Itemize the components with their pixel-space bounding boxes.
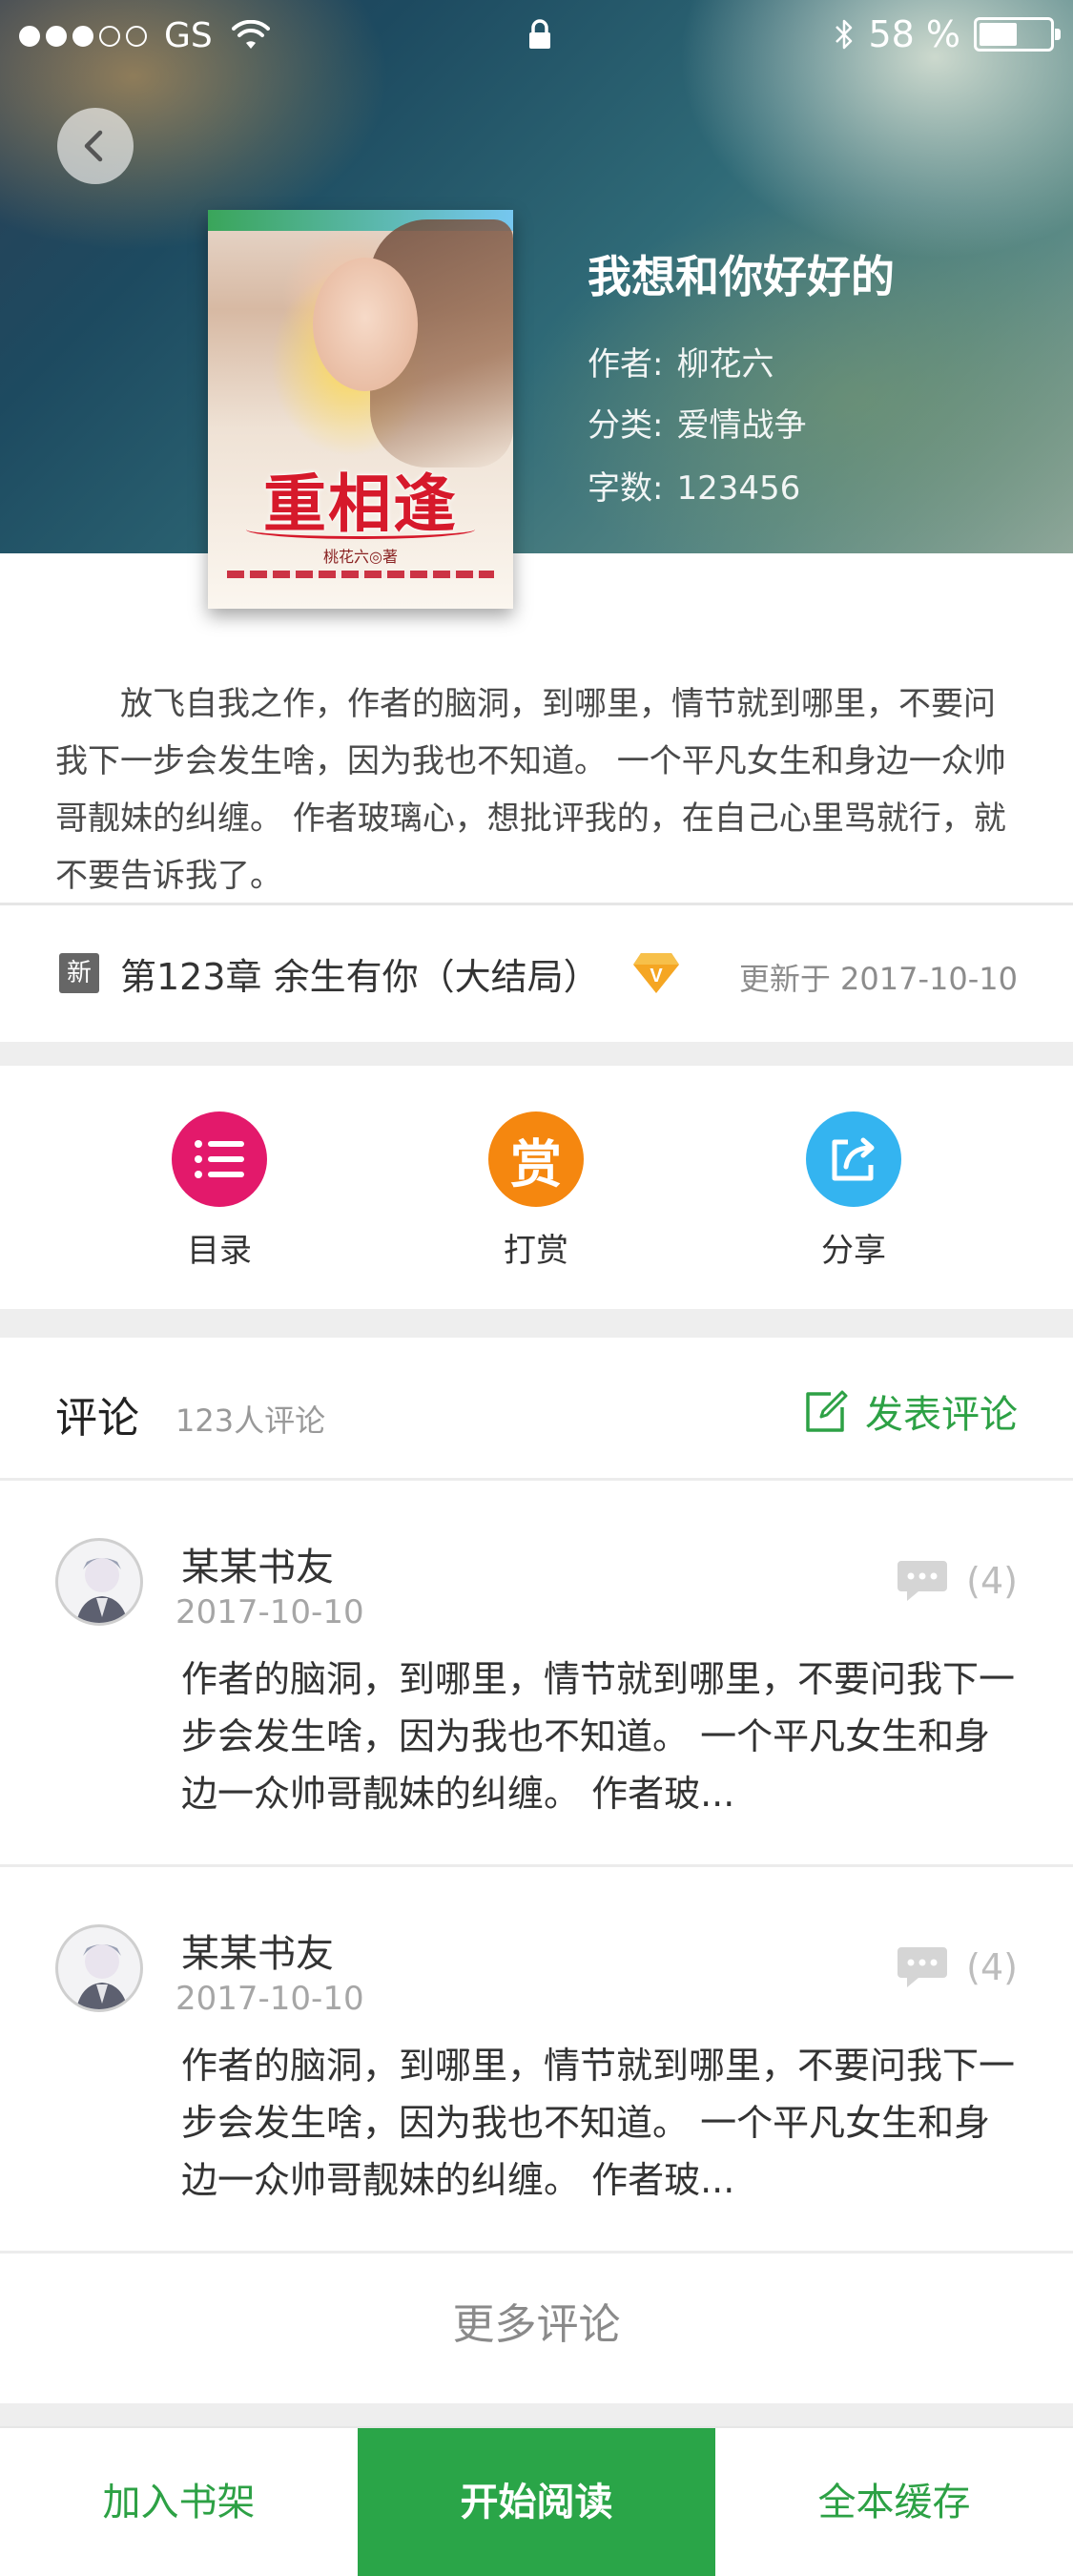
bottom-action-bar: 加入书架 开始阅读 全本缓存 — [0, 2426, 1073, 2576]
reward-icon: 赏 — [488, 1111, 584, 1207]
list-icon — [195, 1140, 244, 1178]
status-right: 58 % — [834, 13, 1061, 55]
vip-badge-text: V — [650, 966, 663, 987]
share-label: 分享 — [821, 1232, 886, 1270]
add-to-shelf-button[interactable]: 加入书架 — [0, 2428, 358, 2576]
book-cover: 重相逢 桃花六◎著 — [208, 210, 513, 609]
author-label: 作者: — [588, 345, 664, 384]
user-avatar-icon — [76, 1944, 128, 2009]
battery-nub — [1055, 29, 1061, 40]
book-title: 我想和你好好的 — [588, 251, 895, 302]
comments-count: 123人评论 — [175, 1402, 326, 1439]
avatar[interactable] — [55, 1924, 143, 2012]
reward-button[interactable]: 赏 打赏 — [441, 1111, 631, 1271]
comments-section: 评论 123人评论 发表评论 某某书友 2017-10-10 (4) 作者的脑洞… — [0, 1338, 1073, 2403]
reply-button[interactable]: (4) — [896, 1943, 1018, 1991]
bluetooth-icon — [836, 19, 853, 50]
catalog-label: 目录 — [187, 1232, 252, 1270]
wordcount-label: 字数: — [588, 469, 664, 508]
reply-count: (4) — [966, 1946, 1018, 1988]
catalog-icon-circle — [172, 1111, 267, 1207]
book-category-row: 分类: 爱情战争 — [588, 399, 806, 446]
catalog-button[interactable]: 目录 — [124, 1111, 315, 1271]
edit-icon — [806, 1390, 848, 1432]
start-reading-button[interactable]: 开始阅读 — [358, 2428, 715, 2576]
cover-ornament — [246, 520, 475, 539]
comments-header: 评论 123人评论 发表评论 — [0, 1338, 1073, 1481]
back-button[interactable] — [57, 108, 134, 184]
reply-count: (4) — [966, 1560, 1018, 1602]
more-comments-button[interactable]: 更多评论 — [0, 2254, 1073, 2397]
battery-icon — [974, 17, 1061, 52]
cover-art-face — [313, 258, 418, 391]
vip-diamond-icon: V — [633, 953, 679, 993]
battery-fill — [980, 23, 1018, 46]
latest-chapter-row[interactable]: 新 第123章 余生有你（大结局） V 更新于 2017-10-10 — [0, 905, 1073, 1042]
comments-title: 评论 — [55, 1394, 139, 1443]
wordcount-value: 123456 — [676, 469, 801, 508]
battery-percent: 58 % — [868, 13, 960, 55]
comment-text: 作者的脑洞，到哪里，情节就到哪里，不要问我下一步会发生啥，因为我也不知道。 一个… — [181, 1658, 1016, 1815]
signal-strength: GS — [19, 17, 270, 55]
share-icon-circle — [806, 1111, 901, 1207]
post-comment-label: 发表评论 — [865, 1393, 1018, 1437]
status-bar: GS 58 % — [0, 0, 1073, 73]
book-intro: 放飞自我之作，作者的脑洞，到哪里，情节就到哪里，不要问我下一步会发生啥，因为我也… — [0, 553, 1073, 904]
chevron-left-icon — [84, 130, 103, 162]
book-wordcount-row: 字数: 123456 — [588, 462, 800, 509]
post-comment-button[interactable]: 发表评论 — [802, 1383, 1018, 1439]
comment-date: 2017-10-10 — [175, 1593, 364, 1631]
category-value: 爱情战争 — [676, 406, 807, 445]
new-badge: 新 — [59, 953, 99, 993]
lock-icon — [529, 19, 550, 49]
book-header: GS 58 % 我想和你好好的 作者: 柳花六 分类: 爱情战争 字数: 123… — [0, 0, 1073, 553]
share-icon — [832, 1137, 875, 1181]
user-avatar-icon — [76, 1558, 128, 1623]
signal-dot-icon — [46, 26, 67, 47]
reply-button[interactable]: (4) — [896, 1557, 1018, 1605]
intro-text: 放飞自我之作，作者的脑洞，到哪里，情节就到哪里，不要问我下一步会发生啥，因为我也… — [55, 685, 1006, 895]
cover-author: 桃花六◎著 — [323, 548, 398, 566]
chat-bubble-icon — [898, 1947, 948, 1987]
share-button[interactable]: 分享 — [758, 1111, 949, 1271]
cache-all-button[interactable]: 全本缓存 — [715, 2428, 1073, 2576]
signal-dot-icon — [99, 26, 120, 47]
book-author-row: 作者: 柳花六 — [588, 338, 774, 384]
chat-bubble-icon — [898, 1561, 948, 1601]
signal-dot-icon — [126, 26, 147, 47]
latest-chapter-title: 第123章 余生有你（大结局） — [120, 956, 600, 998]
comment-date: 2017-10-10 — [175, 1980, 364, 2018]
wifi-icon — [231, 20, 270, 49]
comment-item[interactable]: 某某书友 2017-10-10 (4) 作者的脑洞，到哪里，情节就到哪里，不要问… — [0, 1481, 1073, 1867]
category-label: 分类: — [588, 406, 664, 445]
signal-dot-icon — [19, 26, 40, 47]
comment-text: 作者的脑洞，到哪里，情节就到哪里，不要问我下一步会发生啥，因为我也不知道。 一个… — [181, 2045, 1016, 2201]
avatar[interactable] — [55, 1538, 143, 1626]
updated-date: 更新于 2017-10-10 — [738, 961, 1018, 997]
signal-dot-icon — [72, 26, 93, 47]
carrier-name: GS — [164, 16, 213, 55]
comment-username: 某某书友 — [181, 1932, 334, 1976]
action-row: 目录 赏 打赏 分享 — [0, 1066, 1073, 1309]
comment-username: 某某书友 — [181, 1546, 334, 1589]
author-value: 柳花六 — [676, 345, 774, 384]
comment-item[interactable]: 某某书友 2017-10-10 (4) 作者的脑洞，到哪里，情节就到哪里，不要问… — [0, 1867, 1073, 2254]
cover-bottom-strip — [227, 571, 494, 578]
reward-label: 打赏 — [504, 1232, 568, 1270]
